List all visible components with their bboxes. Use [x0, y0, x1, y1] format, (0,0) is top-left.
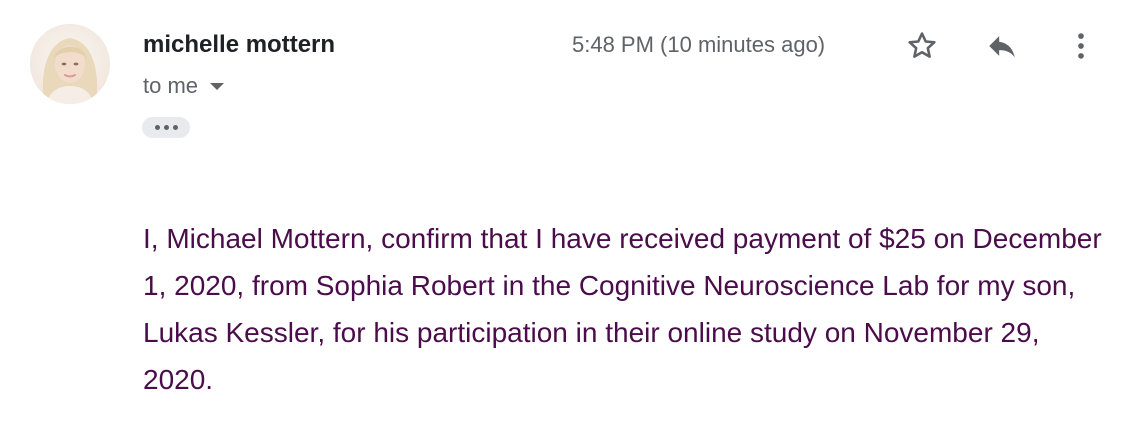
chevron-down-icon [210, 82, 225, 90]
recipient-details-toggle[interactable]: to me [143, 72, 225, 100]
sender-avatar[interactable] [30, 24, 110, 104]
ellipsis-dot [163, 125, 169, 130]
star-outline-icon [908, 32, 936, 58]
reply-button[interactable] [982, 26, 1022, 66]
user-photo-avatar-icon [30, 24, 110, 104]
message-body: I, Michael Mottern, confirm that I have … [143, 215, 1103, 403]
star-button[interactable] [902, 26, 942, 66]
recipient-label: to me [143, 73, 199, 98]
reply-arrow-icon [989, 36, 1015, 58]
sender-name[interactable]: michelle mottern [143, 31, 335, 59]
more-vertical-icon [1078, 33, 1084, 59]
ellipsis-dot [154, 125, 160, 130]
ellipsis-dot [172, 125, 178, 130]
message-body-paragraph: I, Michael Mottern, confirm that I have … [143, 223, 1102, 395]
more-options-button[interactable] [1061, 26, 1101, 66]
show-trimmed-content-button[interactable] [142, 117, 190, 138]
message-timestamp: 5:48 PM (10 minutes ago) [572, 32, 826, 57]
